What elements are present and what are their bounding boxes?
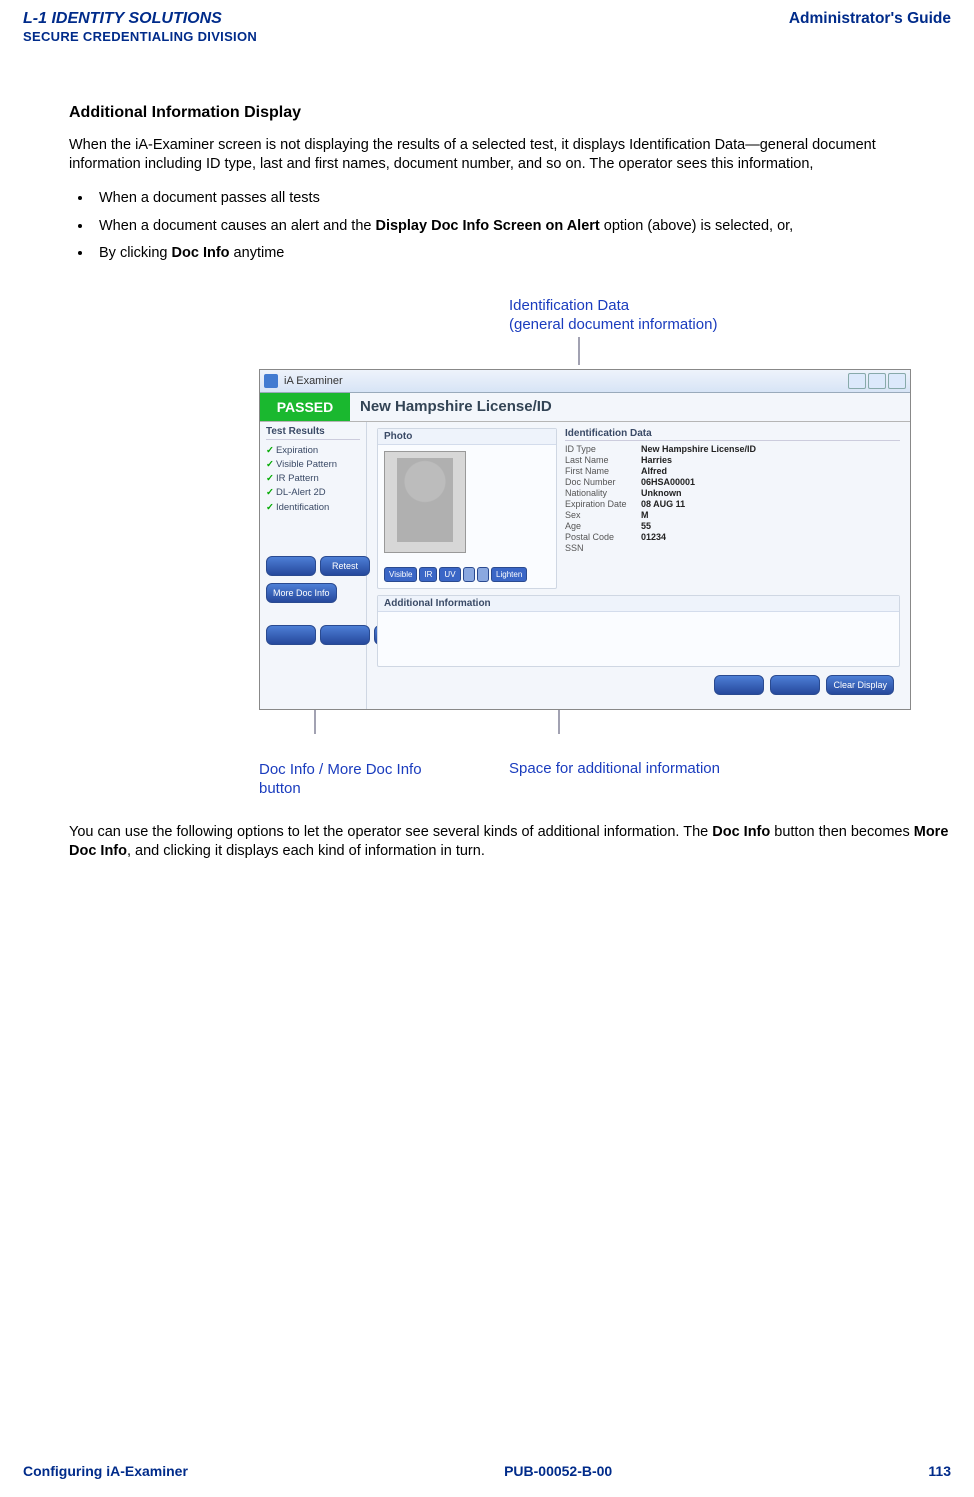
sidebar: Test Results ✓Expiration ✓Visible Patter… <box>260 422 367 709</box>
field-value: Harries <box>641 455 900 465</box>
field-value: Unknown <box>641 488 900 498</box>
callout-connector-bottom <box>259 710 909 734</box>
field-value <box>641 543 900 553</box>
field-label: Nationality <box>565 488 635 498</box>
field-value: 55 <box>641 521 900 531</box>
visible-button[interactable]: Visible <box>384 567 417 582</box>
test-results-list: ✓Expiration ✓Visible Pattern ✓IR Pattern… <box>266 444 360 515</box>
sidebar-button[interactable] <box>266 625 316 645</box>
field-value: 08 AUG 11 <box>641 499 900 509</box>
maximize-icon[interactable] <box>868 373 886 389</box>
field-label: Age <box>565 521 635 531</box>
field-label: ID Type <box>565 444 635 454</box>
minimize-icon[interactable] <box>848 373 866 389</box>
identification-header: Identification Data <box>565 428 900 441</box>
figure: Identification Data (general document in… <box>69 296 951 799</box>
bullet-item: When a document causes an alert and the … <box>93 217 951 237</box>
uv-button[interactable]: UV <box>439 567 460 582</box>
bullet-item: When a document passes all tests <box>93 189 951 209</box>
document-title: New Hampshire License/ID <box>350 393 910 421</box>
field-value: New Hampshire License/ID <box>641 444 900 454</box>
section-heading: Additional Information Display <box>69 104 951 122</box>
field-label: Last Name <box>565 455 635 465</box>
footer-section: Configuring iA-Examiner <box>23 1463 188 1479</box>
callout-identification-data: Identification Data (general document in… <box>509 296 951 335</box>
clear-display-button[interactable]: Clear Display <box>826 675 894 695</box>
footer-page-number: 113 <box>928 1463 951 1479</box>
window-title: iA Examiner <box>284 375 343 387</box>
photo-button[interactable] <box>463 567 475 582</box>
sidebar-button[interactable] <box>266 556 316 576</box>
callout-additional-space: Space for additional information <box>509 760 720 799</box>
check-icon: ✓ <box>266 459 274 470</box>
page-header: L-1 IDENTITY SOLUTIONS SECURE CREDENTIAL… <box>23 10 951 44</box>
field-label: SSN <box>565 543 635 553</box>
test-item[interactable]: Identification <box>276 502 329 513</box>
lighten-button[interactable]: Lighten <box>491 567 527 582</box>
check-icon: ✓ <box>266 502 274 513</box>
additional-info-label: Additional Information <box>378 596 899 612</box>
photo-panel: Photo Visible IR UV <box>377 428 557 589</box>
bullet-list: When a document passes all tests When a … <box>69 189 951 264</box>
test-item[interactable]: IR Pattern <box>276 473 319 484</box>
guide-title: Administrator's Guide <box>789 10 951 28</box>
field-label: Sex <box>565 510 635 520</box>
callout-bottom-row: Doc Info / More Doc Info button Space fo… <box>259 760 951 799</box>
photo-label: Photo <box>378 429 556 445</box>
identification-grid: ID Type New Hampshire License/ID Last Nam… <box>565 444 900 553</box>
logo-line1: L-1 IDENTITY SOLUTIONS <box>23 10 257 28</box>
logo: L-1 IDENTITY SOLUTIONS SECURE CREDENTIAL… <box>23 10 257 44</box>
callout-doc-info-button: Doc Info / More Doc Info button <box>259 760 459 799</box>
intro-paragraph: When the iA-Examiner screen is not displ… <box>69 136 951 175</box>
logo-line2: SECURE CREDENTIALING DIVISION <box>23 30 257 44</box>
test-item[interactable]: Visible Pattern <box>276 459 337 470</box>
app-window: iA Examiner PASSED New Hampshire License… <box>259 369 911 710</box>
field-label: Expiration Date <box>565 499 635 509</box>
test-item[interactable]: DL-Alert 2D <box>276 487 326 498</box>
page-footer: Configuring iA-Examiner PUB-00052-B-00 1… <box>23 1451 951 1479</box>
additional-info-panel: Additional Information <box>377 595 900 667</box>
close-icon[interactable] <box>888 373 906 389</box>
check-icon: ✓ <box>266 473 274 484</box>
test-results-header: Test Results <box>266 426 360 440</box>
outro-paragraph: You can use the following options to let… <box>69 823 951 862</box>
field-value: 06HSA00001 <box>641 477 900 487</box>
field-label: First Name <box>565 466 635 476</box>
field-label: Doc Number <box>565 477 635 487</box>
field-value: 01234 <box>641 532 900 542</box>
photo-button[interactable] <box>477 567 489 582</box>
check-icon: ✓ <box>266 445 274 456</box>
bottom-button[interactable] <box>770 675 820 695</box>
photo-image <box>384 451 466 553</box>
retest-button[interactable]: Retest <box>320 556 370 576</box>
callout-connector-top <box>259 337 909 365</box>
check-icon: ✓ <box>266 487 274 498</box>
field-value: M <box>641 510 900 520</box>
test-item[interactable]: Expiration <box>276 445 318 456</box>
status-badge: PASSED <box>260 393 350 421</box>
more-doc-info-button[interactable]: More Doc Info <box>266 583 337 603</box>
field-label: Postal Code <box>565 532 635 542</box>
footer-pub-id: PUB-00052-B-00 <box>504 1463 612 1479</box>
sidebar-button[interactable] <box>320 625 370 645</box>
bullet-item: By clicking Doc Info anytime <box>93 244 951 264</box>
bottom-button[interactable] <box>714 675 764 695</box>
window-titlebar: iA Examiner <box>260 370 910 393</box>
app-icon <box>264 374 278 388</box>
ir-button[interactable]: IR <box>419 567 437 582</box>
field-value: Alfred <box>641 466 900 476</box>
